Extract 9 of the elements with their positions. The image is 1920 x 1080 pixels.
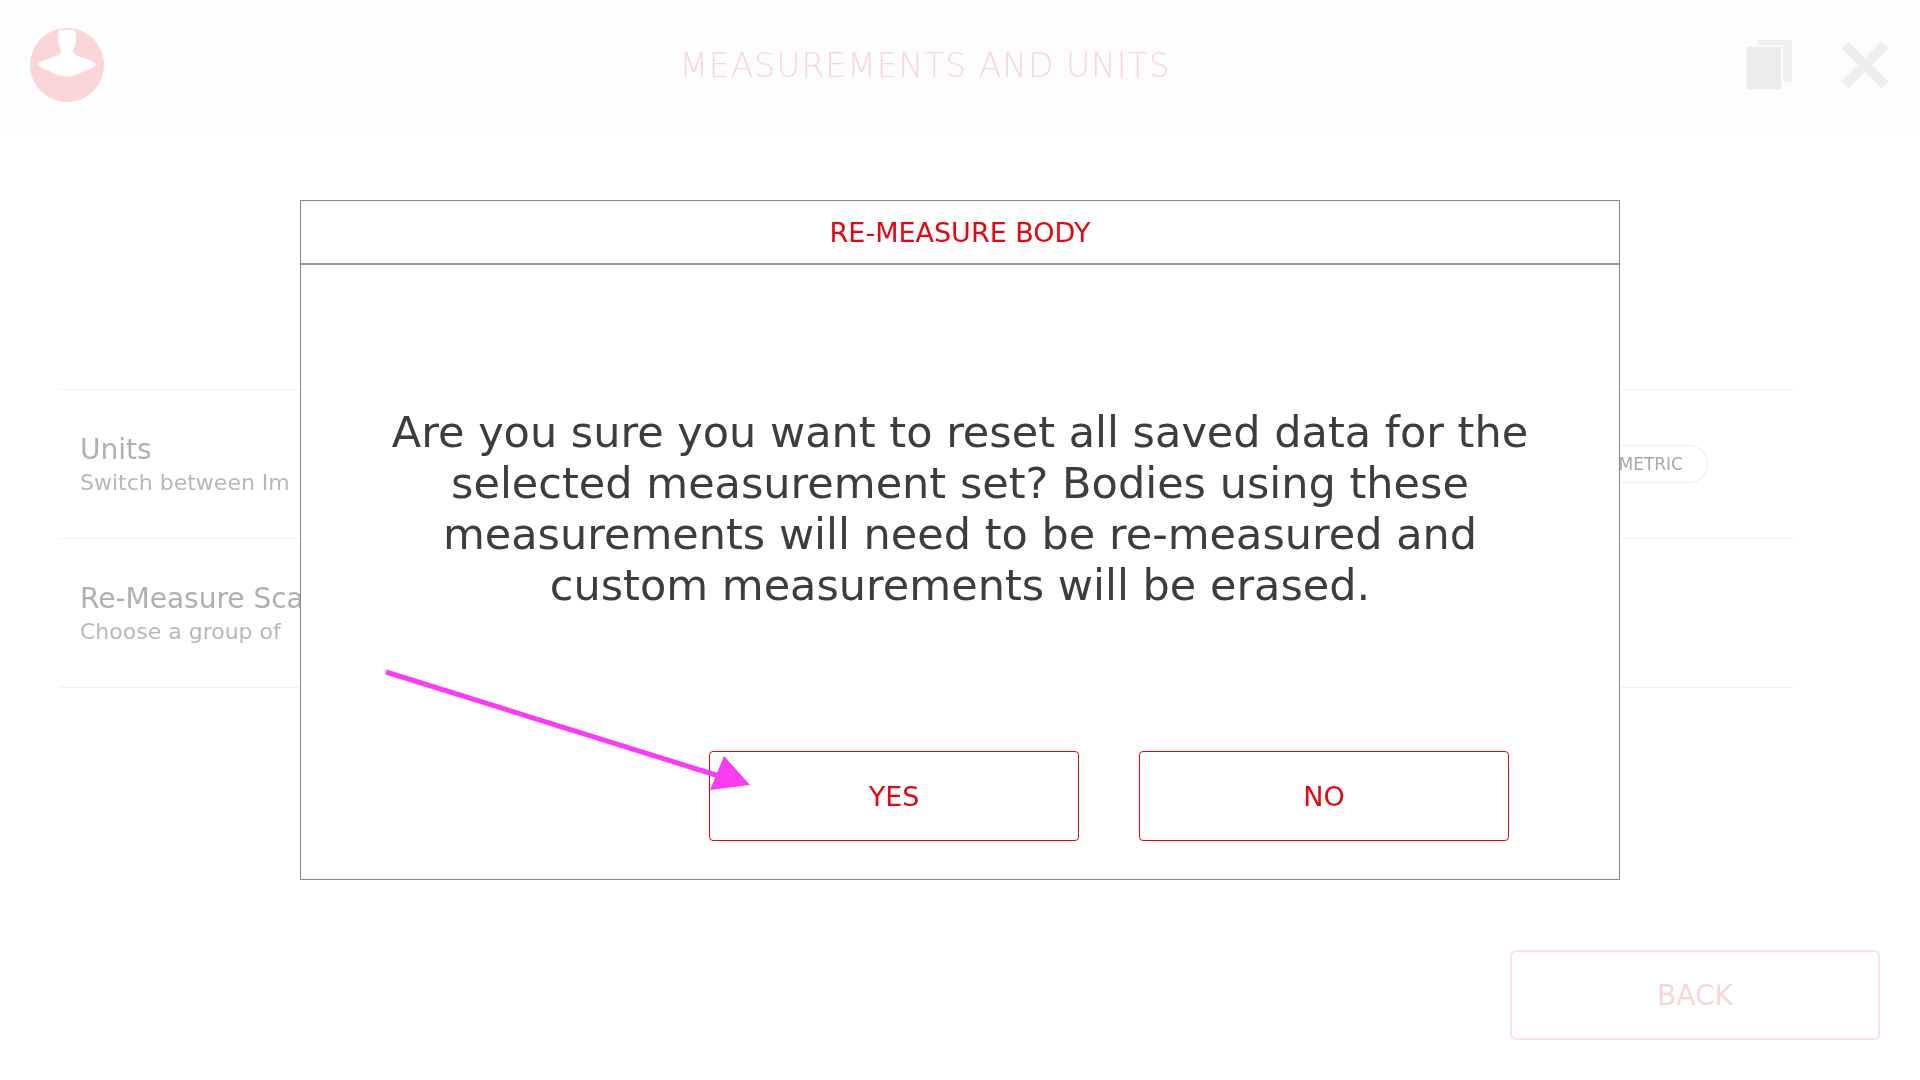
- yes-button[interactable]: YES: [709, 751, 1079, 841]
- setting-title: Units: [80, 433, 152, 466]
- dialog-title: RE-MEASURE BODY: [301, 201, 1619, 265]
- no-button[interactable]: NO: [1139, 751, 1509, 841]
- setting-description: Switch between Im: [80, 470, 290, 495]
- setting-description: Choose a group of: [80, 619, 281, 644]
- setting-title: Re-Measure Sca: [80, 582, 304, 615]
- dialog-message: Are you sure you want to reset all saved data for the selected measurement set? Bodies using these measurements will need to be re-measured and custom measurements will be erased.: [390, 407, 1530, 611]
- logo-icon: [30, 28, 104, 102]
